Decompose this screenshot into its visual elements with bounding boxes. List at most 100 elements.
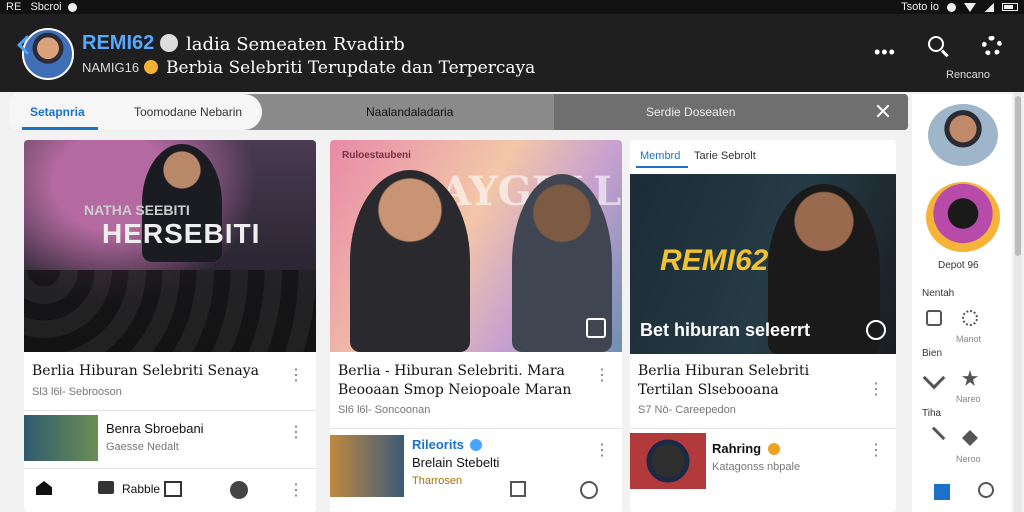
tab-bar: Setapnria Toomodane Nebarin Naalandalada… bbox=[10, 94, 908, 130]
rail-gear-icon[interactable] bbox=[962, 310, 978, 326]
verified-icon bbox=[470, 439, 482, 451]
scrollbar-thumb[interactable] bbox=[1015, 96, 1021, 256]
thumbnail-caption-small: Ruloestaubeni bbox=[342, 150, 411, 161]
kebab-menu-icon[interactable]: ⋮ bbox=[594, 368, 610, 384]
tab-toomodane[interactable]: Toomodane Nebarin bbox=[134, 105, 242, 119]
channel-tagline: ladia Semeaten Rvadirb bbox=[186, 34, 405, 55]
card-tab-membrd[interactable]: Membrd bbox=[640, 150, 680, 162]
rail-diamond-icon[interactable] bbox=[962, 430, 978, 446]
tab-naalandaladaria[interactable]: Naalandaladaria bbox=[366, 105, 453, 119]
right-rail: Depot 96 Nentah Manot Bien Nareo Tiha Ne… bbox=[912, 94, 1012, 512]
list-item-subtitle: Gaesse Nedalt bbox=[106, 441, 179, 453]
rail-avatar[interactable] bbox=[928, 104, 998, 166]
video-thumbnail[interactable]: NATHA SEEBITI HERSEBITI bbox=[24, 140, 316, 352]
list-item-thumbnail[interactable] bbox=[24, 415, 98, 461]
bottom-bar-label[interactable]: Rabble bbox=[122, 482, 160, 496]
home-icon[interactable] bbox=[36, 481, 52, 495]
search-icon[interactable] bbox=[928, 36, 944, 52]
gear-icon[interactable] bbox=[982, 36, 1002, 56]
rail-section-label: Tiha bbox=[922, 408, 942, 419]
rail-frame-icon[interactable] bbox=[926, 310, 942, 326]
video-meta: S7 Nö- Careepedon bbox=[638, 404, 736, 416]
notification-dot-icon bbox=[67, 2, 77, 12]
square-icon[interactable] bbox=[510, 481, 526, 497]
list-item-title[interactable]: Rahring bbox=[712, 441, 761, 456]
video-meta: Sl3 l6l- Sebrooson bbox=[32, 386, 122, 398]
video-meta: Sl6 l6l- Soncoonan bbox=[338, 404, 431, 416]
rail-sub-label: Neroo bbox=[956, 454, 981, 464]
channel-name[interactable]: REMI62 bbox=[82, 32, 154, 55]
rail-section-label: Bien bbox=[922, 348, 943, 359]
play-icon[interactable] bbox=[580, 481, 598, 499]
list-item-subtitle: Tharrosen bbox=[412, 475, 463, 487]
wifi-icon bbox=[964, 2, 976, 12]
library-icon[interactable] bbox=[164, 481, 182, 497]
list-item-title[interactable]: Benra Sbroebani bbox=[106, 421, 204, 436]
status-bar: RE Sbcroi Tsoto io bbox=[0, 0, 1024, 14]
video-thumbnail[interactable]: AYGRLL Ruloestaubeni bbox=[330, 140, 622, 352]
rail-section-label: Nentah bbox=[922, 288, 955, 299]
rail-avatar[interactable] bbox=[926, 182, 1000, 252]
list-item-title[interactable]: Brelain Stebelti bbox=[412, 455, 499, 470]
video-title[interactable]: Berlia Hiburan Selebriti Tertilan Slsebo… bbox=[638, 362, 868, 400]
kebab-menu-icon[interactable]: ⋮ bbox=[594, 443, 610, 459]
video-card-2[interactable]: AYGRLL Ruloestaubeni Berlia - Hiburan Se… bbox=[330, 140, 622, 512]
thumbnail-banner: Bet hiburan seleerrt bbox=[640, 320, 811, 340]
video-title[interactable]: Berlia - Hiburan Selebriti. Mara Beooaan… bbox=[338, 362, 598, 400]
content-area: Setapnria Toomodane Nebarin Naalandalada… bbox=[0, 92, 1024, 512]
card-header-tabs: Membrd Tarie Sebrolt bbox=[630, 140, 896, 174]
card-bottom-bar: Rabble ⋮ bbox=[24, 468, 316, 508]
list-item[interactable]: Benra Sbroebani Gaesse Nedalt ⋮ bbox=[24, 410, 316, 462]
tab-setapnria[interactable]: Setapnria bbox=[30, 105, 85, 119]
close-icon[interactable] bbox=[876, 104, 890, 118]
rail-arrow-icon[interactable] bbox=[922, 366, 946, 390]
list-item-thumbnail[interactable] bbox=[630, 433, 706, 489]
video-card-1[interactable]: NATHA SEEBITI HERSEBITI Berlia Hiburan S… bbox=[24, 140, 316, 512]
thumbnail-crowd bbox=[24, 270, 316, 352]
channel-avatar[interactable] bbox=[22, 28, 74, 80]
chat-icon[interactable] bbox=[98, 481, 114, 494]
kebab-menu-icon[interactable]: ⋮ bbox=[868, 382, 884, 398]
card-tab-underline bbox=[636, 166, 688, 168]
rail-star-icon[interactable] bbox=[962, 370, 978, 386]
gear-label: Rencano bbox=[946, 69, 991, 81]
kebab-menu-icon[interactable]: ⋮ bbox=[288, 368, 304, 384]
signal-icon bbox=[984, 2, 994, 12]
card-tab-tarie[interactable]: Tarie Sebrolt bbox=[694, 150, 756, 162]
channel-description: Berbia Selebriti Terupdate dan Terpercay… bbox=[166, 58, 536, 78]
video-title[interactable]: Berlia Hiburan Selebriti Senaya bbox=[32, 362, 259, 381]
list-item[interactable]: Rileorits Brelain Stebelti Tharrosen ⋮ bbox=[330, 428, 622, 512]
profile-icon[interactable] bbox=[230, 481, 248, 499]
alarm-icon bbox=[947, 2, 956, 12]
rail-circle-icon[interactable] bbox=[978, 482, 994, 498]
video-card-3[interactable]: Membrd Tarie Sebrolt REMI62 Bet hiburan … bbox=[630, 140, 896, 512]
list-item[interactable]: Rahring Katagonss nbpale ⋮ bbox=[630, 428, 896, 489]
rail-sub-label: Nareo bbox=[956, 394, 981, 404]
tab-underline bbox=[22, 127, 98, 130]
kebab-menu-icon[interactable]: ⋮ bbox=[288, 483, 304, 499]
save-icon[interactable] bbox=[586, 318, 606, 338]
rail-sub-label: Manot bbox=[956, 334, 982, 344]
video-thumbnail[interactable]: REMI62 Bet hiburan seleerrt bbox=[630, 174, 896, 354]
kebab-menu-icon[interactable]: ⋮ bbox=[288, 425, 304, 441]
more-options-icon[interactable]: ••• bbox=[874, 42, 896, 63]
chevron-down-icon[interactable] bbox=[866, 320, 886, 340]
verified-icon bbox=[160, 34, 178, 52]
thumbnail-caption-big: REMI62 bbox=[660, 244, 769, 277]
kebab-menu-icon[interactable]: ⋮ bbox=[868, 443, 884, 459]
status-left-text: RE Sbcroi bbox=[6, 1, 62, 13]
thumbnail-caption-big: HERSEBITI bbox=[102, 218, 261, 249]
battery-icon bbox=[1002, 3, 1018, 11]
thumbnail-caption-small: NATHA SEEBITI bbox=[84, 202, 190, 218]
list-item-subtitle: Katagonss nbpale bbox=[712, 461, 801, 473]
emoji-icon bbox=[144, 60, 158, 74]
tab-serdie[interactable]: Serdie Doseaten bbox=[646, 105, 735, 119]
channel-handle: NAMIG16 bbox=[82, 60, 140, 75]
list-item-channel[interactable]: Rileorits bbox=[412, 437, 464, 452]
app-header: REMI62 ladia Semeaten Rvadirb NAMIG16 Be… bbox=[0, 14, 1024, 92]
thumbnail-person bbox=[350, 170, 470, 352]
list-item-thumbnail[interactable] bbox=[330, 435, 404, 497]
rail-label: Depot 96 bbox=[938, 260, 979, 271]
rail-cross-icon[interactable] bbox=[922, 426, 946, 450]
rail-grid-icon[interactable] bbox=[934, 484, 950, 500]
